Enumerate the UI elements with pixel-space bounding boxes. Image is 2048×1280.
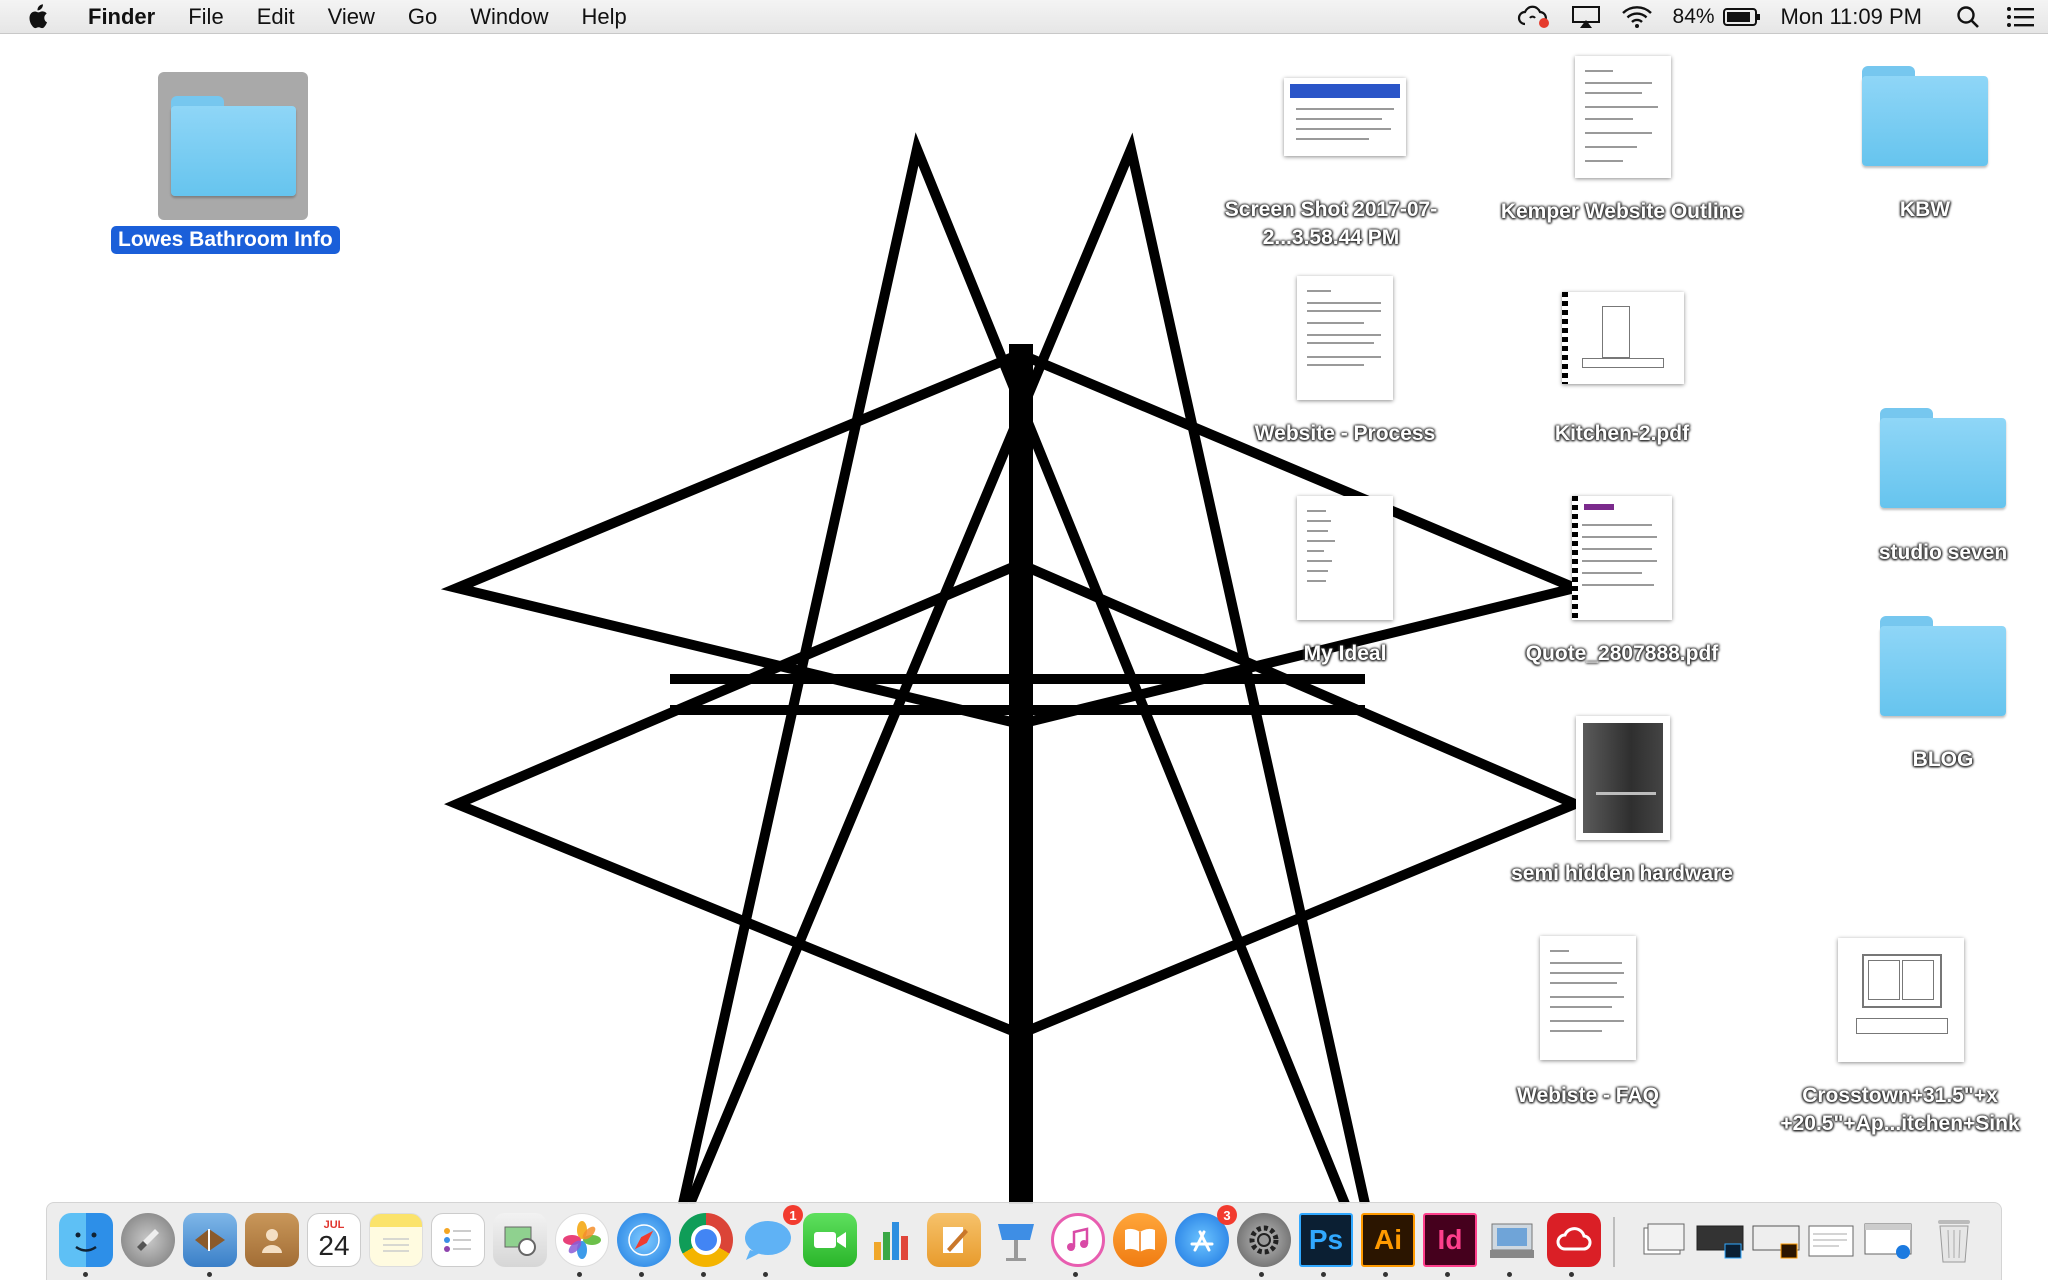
calendar-day: 24 — [318, 1230, 350, 1261]
desktop-item-label[interactable]: KBW — [1845, 196, 2005, 224]
photoshop-document-icon[interactable] — [1693, 1213, 1747, 1267]
folder-icon[interactable] — [1880, 408, 2006, 508]
menubar-clock[interactable]: Mon 11:09 PM — [1781, 4, 1922, 30]
dock-separator — [1613, 1217, 1615, 1267]
photos-icon[interactable] — [555, 1213, 609, 1267]
menu-help[interactable]: Help — [582, 4, 627, 30]
trash-icon[interactable] — [1927, 1213, 1981, 1267]
menu-go[interactable]: Go — [408, 4, 437, 30]
indesign-label: Id — [1437, 1224, 1463, 1255]
safari-document-icon[interactable] — [1861, 1213, 1915, 1267]
desktop-item-label[interactable]: Kitchen-2.pdf — [1502, 420, 1742, 448]
illustrator-label: Ai — [1374, 1224, 1402, 1255]
creative-cloud-status-icon[interactable] — [1517, 5, 1551, 29]
calendar-icon[interactable]: JUL 24 — [307, 1213, 361, 1267]
messages-icon[interactable]: 1 — [741, 1205, 803, 1267]
dock: JUL 24 1 3 Ps Ai Id — [46, 1202, 2002, 1280]
facetime-icon[interactable] — [803, 1213, 857, 1267]
reminders-icon[interactable] — [431, 1213, 485, 1267]
pdf-thumbnail[interactable] — [1562, 292, 1684, 384]
document-thumbnail[interactable] — [1575, 56, 1671, 178]
photoshop-label: Ps — [1308, 1224, 1344, 1255]
menu-edit[interactable]: Edit — [257, 4, 295, 30]
selected-folder-label[interactable]: Lowes Bathroom Info — [111, 226, 340, 254]
keynote-icon[interactable] — [989, 1213, 1043, 1267]
pdf-thumbnail[interactable] — [1572, 496, 1672, 620]
desktop-item-label[interactable]: Website - Process — [1225, 420, 1465, 448]
desktop-item-label[interactable]: Crosstown+31.5"+x +20.5"+Ap...itchen+Sin… — [1755, 1082, 2045, 1138]
wifi-icon[interactable] — [1621, 5, 1653, 29]
running-indicator — [207, 1272, 212, 1277]
safari-icon[interactable] — [617, 1213, 671, 1267]
menu-window[interactable]: Window — [470, 4, 548, 30]
battery-percent: 84% — [1672, 5, 1715, 28]
folder-icon[interactable] — [171, 96, 296, 196]
running-indicator — [83, 1272, 88, 1277]
desktop-item-label[interactable]: Screen Shot 2017-07-2...3.58.44 PM — [1196, 196, 1466, 252]
itunes-icon[interactable] — [1051, 1213, 1105, 1267]
mail-icon[interactable] — [183, 1213, 237, 1267]
document-stack-icon[interactable] — [1805, 1213, 1859, 1267]
menu-bar: Finder File Edit View Go Window Help 84%… — [0, 0, 2048, 34]
ibooks-icon[interactable] — [1113, 1213, 1167, 1267]
image-thumbnail[interactable] — [1576, 716, 1670, 840]
app-store-icon[interactable]: 3 — [1175, 1205, 1237, 1267]
illustrator-document-icon[interactable] — [1749, 1213, 1803, 1267]
running-indicator — [577, 1272, 582, 1277]
desktop-item-label[interactable]: semi hidden hardware — [1482, 860, 1762, 888]
running-indicator — [1507, 1272, 1512, 1277]
desktop-item-label[interactable]: Kemper Website Outline — [1472, 198, 1772, 226]
menu-view[interactable]: View — [328, 4, 375, 30]
photoshop-icon[interactable]: Ps — [1299, 1213, 1353, 1267]
spotlight-search-icon[interactable] — [1956, 5, 1980, 29]
downloads-stack-icon[interactable] — [1637, 1213, 1691, 1267]
battery-icon[interactable] — [1722, 6, 1761, 28]
folder-icon[interactable] — [1880, 616, 2006, 716]
menu-app-name[interactable]: Finder — [88, 4, 155, 30]
messages-badge: 1 — [783, 1205, 803, 1225]
menu-file[interactable]: File — [188, 4, 223, 30]
image-thumbnail[interactable] — [1838, 938, 1964, 1062]
app-store-badge: 3 — [1217, 1205, 1237, 1225]
folder-icon[interactable] — [1862, 66, 1988, 166]
chrome-icon[interactable] — [679, 1213, 733, 1267]
illustrator-icon[interactable]: Ai — [1361, 1213, 1415, 1267]
desktop-item-label[interactable]: Webiste - FAQ — [1478, 1082, 1698, 1110]
gear-icon[interactable] — [1237, 1213, 1291, 1267]
running-indicator — [1383, 1272, 1388, 1277]
screenshot-thumbnail[interactable] — [1284, 78, 1406, 156]
desktop-item-label[interactable]: Quote_2807888.pdf — [1492, 640, 1752, 668]
pages-icon[interactable] — [927, 1213, 981, 1267]
airplay-icon[interactable] — [1571, 5, 1601, 29]
document-thumbnail[interactable] — [1297, 276, 1393, 400]
desktop-item-label[interactable]: BLOG — [1863, 746, 2023, 774]
finder-icon[interactable] — [59, 1213, 113, 1267]
launchpad-icon[interactable] — [121, 1213, 175, 1267]
apple-icon[interactable] — [26, 3, 66, 30]
running-indicator — [1073, 1272, 1078, 1277]
numbers-icon[interactable] — [865, 1213, 919, 1267]
running-indicator — [639, 1272, 644, 1277]
indesign-icon[interactable]: Id — [1423, 1213, 1477, 1267]
notification-center-icon[interactable] — [2006, 6, 2036, 28]
running-indicator — [1321, 1272, 1326, 1277]
desktop-item-label[interactable]: My Ideal — [1265, 640, 1425, 668]
contacts-icon[interactable] — [245, 1213, 299, 1267]
running-indicator — [701, 1272, 706, 1277]
running-indicator — [1445, 1272, 1450, 1277]
running-indicator — [1569, 1272, 1574, 1277]
desktop-item-label[interactable]: studio seven — [1843, 539, 2043, 567]
creative-cloud-icon[interactable] — [1547, 1213, 1601, 1267]
document-thumbnail[interactable] — [1297, 496, 1393, 620]
notes-icon[interactable] — [369, 1213, 423, 1267]
preview-icon[interactable] — [493, 1213, 547, 1267]
image-capture-icon[interactable] — [1485, 1213, 1539, 1267]
document-thumbnail[interactable] — [1540, 936, 1636, 1060]
running-indicator — [763, 1272, 768, 1277]
running-indicator — [1259, 1272, 1264, 1277]
